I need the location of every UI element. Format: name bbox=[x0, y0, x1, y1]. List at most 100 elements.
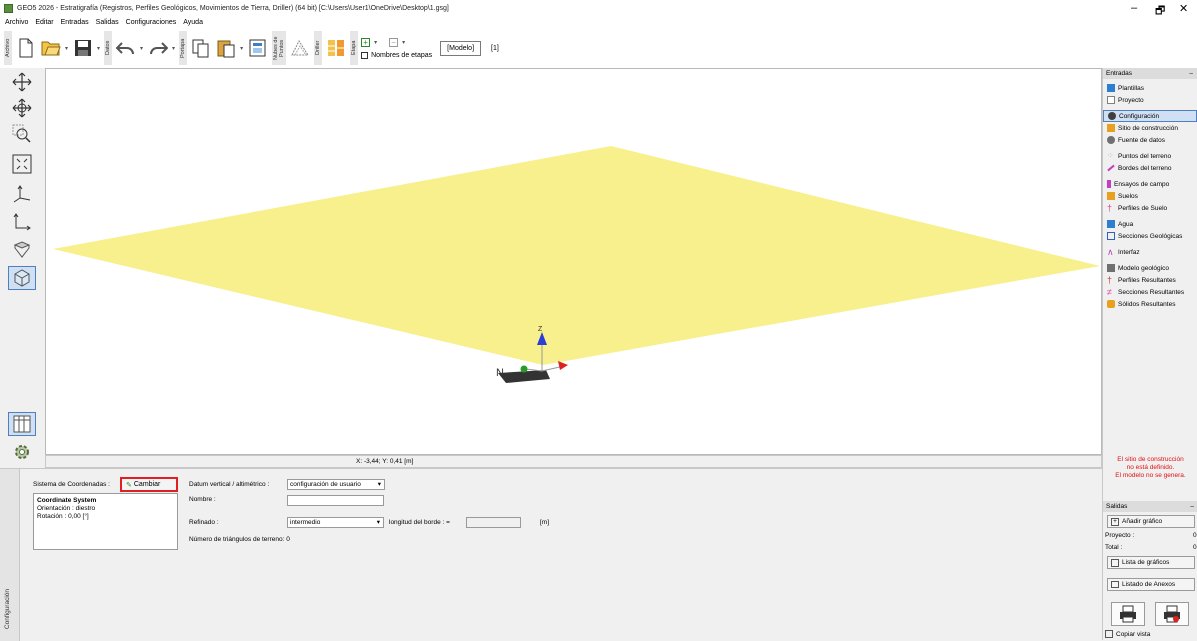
cs-rotation: Rotación : 0,00 [°] bbox=[37, 513, 89, 520]
add-chart-button[interactable]: + Añadir gráfico bbox=[1107, 515, 1195, 528]
result-sections-icon: ≠ bbox=[1107, 287, 1112, 297]
nav-agua[interactable]: Agua bbox=[1103, 218, 1197, 230]
toolbar-group-portapa: Portapa bbox=[179, 31, 188, 65]
axes-2d-icon bbox=[13, 213, 31, 231]
stage-number[interactable]: [1] bbox=[491, 45, 499, 52]
copy-view-button[interactable]: Copiar vista bbox=[1105, 628, 1150, 640]
table-view-tool[interactable] bbox=[8, 412, 36, 436]
menu-configuraciones[interactable]: Configuraciones bbox=[126, 19, 177, 26]
nav-puntos-terreno[interactable]: ⁘ Puntos del terreno bbox=[1103, 150, 1197, 162]
proyecto-icon bbox=[1107, 96, 1115, 104]
3d-viewport[interactable]: Z N bbox=[45, 68, 1102, 455]
minimize-button[interactable]: ‒ bbox=[1131, 2, 1137, 14]
iso-view-tool[interactable] bbox=[8, 182, 36, 206]
nav-perfiles-resultantes[interactable]: † Perfiles Resultantes bbox=[1103, 274, 1197, 286]
copy-view-label: Copiar vista bbox=[1116, 630, 1151, 638]
nav-proyecto[interactable]: Proyecto bbox=[1103, 94, 1197, 106]
remove-stage-dropdown-icon[interactable]: ▾ bbox=[402, 39, 405, 46]
terrain-points-icon: ⁘ bbox=[1107, 151, 1114, 160]
annex-list-button[interactable]: Listado de Anexos bbox=[1107, 578, 1195, 591]
undo-icon[interactable] bbox=[115, 37, 137, 59]
3d-view-tool[interactable] bbox=[8, 266, 36, 290]
entradas-title: Entradas bbox=[1106, 70, 1133, 77]
view-direction-tool[interactable] bbox=[8, 238, 36, 262]
menu-editar[interactable]: Editar bbox=[35, 19, 53, 26]
cs-title: Coordinate System bbox=[37, 497, 97, 504]
menu-archivo[interactable]: Archivo bbox=[5, 19, 28, 26]
nombre-input[interactable] bbox=[287, 495, 384, 506]
configuracion-side-tab[interactable]: Configuración bbox=[0, 469, 20, 641]
y-arrow bbox=[520, 365, 528, 373]
stage-names-button[interactable]: Nombres de etapas bbox=[371, 52, 432, 59]
menu-bar: Archivo Editar Entradas Salidas Configur… bbox=[0, 16, 1197, 28]
save-dropdown-icon[interactable]: ▾ bbox=[97, 45, 100, 52]
collapse-entradas-icon[interactable]: ‒ bbox=[1189, 68, 1193, 79]
add-stage-icon[interactable]: + bbox=[361, 37, 371, 47]
nav-label: Secciones Resultantes bbox=[1118, 288, 1185, 296]
print-button[interactable] bbox=[1111, 602, 1145, 626]
longitud-input[interactable] bbox=[466, 517, 521, 528]
gear-icon bbox=[1108, 112, 1116, 120]
toolbar-group-archivo: Archivo bbox=[4, 31, 12, 65]
menu-ayuda[interactable]: Ayuda bbox=[183, 19, 203, 26]
point-cloud-icon[interactable] bbox=[289, 37, 311, 59]
geological-sections-icon bbox=[1107, 232, 1115, 240]
add-stage-dropdown-icon[interactable]: ▾ bbox=[374, 39, 377, 46]
nav-interfaz[interactable]: ∧ Interfaz bbox=[1103, 246, 1197, 258]
settings-tool[interactable] bbox=[8, 440, 36, 464]
print-preview-button[interactable] bbox=[1155, 602, 1189, 626]
nav-sitio-construccion[interactable]: Sitio de construcción bbox=[1103, 122, 1197, 134]
nav-bordes-terreno[interactable]: Bordes del terreno bbox=[1103, 162, 1197, 174]
nav-plantillas[interactable]: Plantillas bbox=[1103, 82, 1197, 94]
zoom-tool[interactable] bbox=[8, 122, 36, 146]
open-file-icon[interactable] bbox=[40, 37, 62, 59]
save-icon[interactable] bbox=[72, 37, 94, 59]
new-file-icon[interactable] bbox=[15, 37, 37, 59]
stage-names-icon bbox=[361, 51, 369, 59]
remove-stage-icon[interactable]: − bbox=[389, 37, 399, 47]
nav-fuente-datos[interactable]: Fuente de datos bbox=[1103, 134, 1197, 146]
toolbar-group-driller: Driller bbox=[314, 31, 323, 65]
refinado-value: intermedio bbox=[290, 519, 321, 526]
cambiar-button[interactable]: ✎ Cambiar bbox=[120, 477, 178, 492]
toolbar-group-etapa: Etapa bbox=[350, 31, 359, 65]
paste-dropdown-icon[interactable]: ▾ bbox=[240, 45, 243, 52]
zoom-icon bbox=[12, 124, 31, 143]
nav-suelos[interactable]: Suelos bbox=[1103, 190, 1197, 202]
open-dropdown-icon[interactable]: ▾ bbox=[65, 45, 68, 52]
modelo-button[interactable]: [Modelo] bbox=[440, 40, 482, 56]
toolbar-group-datos: Datos bbox=[104, 31, 113, 65]
refinado-select[interactable]: intermedio ▾ bbox=[287, 517, 384, 528]
chart-list-button[interactable]: Lista de gráficos bbox=[1107, 556, 1195, 569]
nav-solidos-resultantes[interactable]: Sólidos Resultantes bbox=[1103, 298, 1197, 310]
zoom-extents-tool[interactable] bbox=[8, 152, 36, 176]
nav-label: Ensayos de campo bbox=[1114, 180, 1170, 188]
datum-select[interactable]: configuración de usuario ▾ bbox=[287, 479, 385, 490]
nav-modelo-geologico[interactable]: Modelo geológico bbox=[1103, 262, 1197, 274]
nav-label: Secciones Geológicas bbox=[1118, 232, 1183, 240]
rotate-tool[interactable] bbox=[8, 96, 36, 120]
terrain-surface bbox=[53, 146, 1100, 365]
close-button[interactable]: ✕ bbox=[1179, 2, 1188, 15]
redo-dropdown-icon[interactable]: ▾ bbox=[172, 45, 175, 52]
nav-ensayos-campo[interactable]: Ensayos de campo bbox=[1103, 178, 1197, 190]
plan-view-tool[interactable] bbox=[8, 210, 36, 234]
paste-special-icon[interactable] bbox=[247, 37, 269, 59]
nav-configuracion[interactable]: Configuración bbox=[1103, 110, 1197, 122]
undo-dropdown-icon[interactable]: ▾ bbox=[140, 45, 143, 52]
menu-salidas[interactable]: Salidas bbox=[96, 19, 119, 26]
nav-secciones-resultantes[interactable]: ≠ Secciones Resultantes bbox=[1103, 286, 1197, 298]
copy-view-icon bbox=[1105, 630, 1113, 638]
menu-entradas[interactable]: Entradas bbox=[61, 19, 89, 26]
paste-icon[interactable] bbox=[215, 37, 237, 59]
collapse-salidas-icon[interactable]: ‒ bbox=[1190, 501, 1194, 512]
redo-icon[interactable] bbox=[147, 37, 169, 59]
nav-perfiles-suelo[interactable]: † Perfiles de Suelo bbox=[1103, 202, 1197, 214]
add-chart-label: Añadir gráfico bbox=[1122, 518, 1163, 525]
nav-secciones-geologicas[interactable]: Secciones Geológicas bbox=[1103, 230, 1197, 242]
driller-icon[interactable] bbox=[325, 37, 347, 59]
copy-icon[interactable] bbox=[190, 37, 212, 59]
cube-3d-icon bbox=[14, 269, 30, 287]
pan-tool[interactable] bbox=[8, 70, 36, 94]
terrain-view: Z N bbox=[53, 146, 1100, 383]
